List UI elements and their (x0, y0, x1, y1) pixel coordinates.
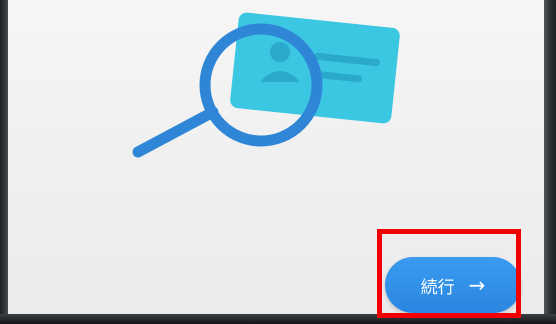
screen: 続行 → (8, 0, 544, 314)
continue-button-label: 続行 (420, 277, 455, 298)
arrow-right-icon: → (468, 273, 486, 297)
continue-button[interactable]: 続行 → (385, 257, 521, 313)
device-bezel-bottom (0, 314, 556, 324)
device-bezel-right (544, 0, 556, 324)
id-card-search-icon (132, 12, 400, 158)
